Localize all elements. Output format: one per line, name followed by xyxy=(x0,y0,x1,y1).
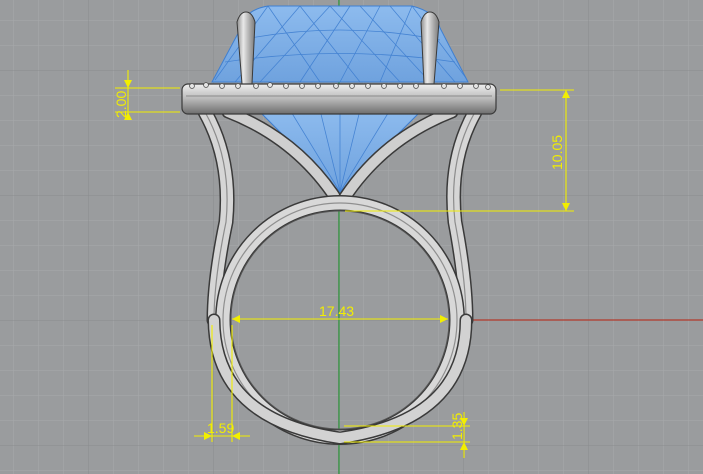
dim-shank-width-label: 1.59 xyxy=(207,420,234,436)
viewport-canvas[interactable]: 2.00 10.05 17.43 1.59 1.35 xyxy=(0,0,703,474)
halo-bezel[interactable] xyxy=(181,82,497,115)
dim-inner-diameter-label: 17.43 xyxy=(319,303,354,319)
front-viewport[interactable]: 2.00 10.05 17.43 1.59 1.35 xyxy=(0,0,703,474)
dim-setting-height-label: 2.00 xyxy=(113,91,129,118)
dim-shank-thickness-label: 1.35 xyxy=(449,413,465,440)
dim-shank-height-label: 10.05 xyxy=(549,135,565,170)
